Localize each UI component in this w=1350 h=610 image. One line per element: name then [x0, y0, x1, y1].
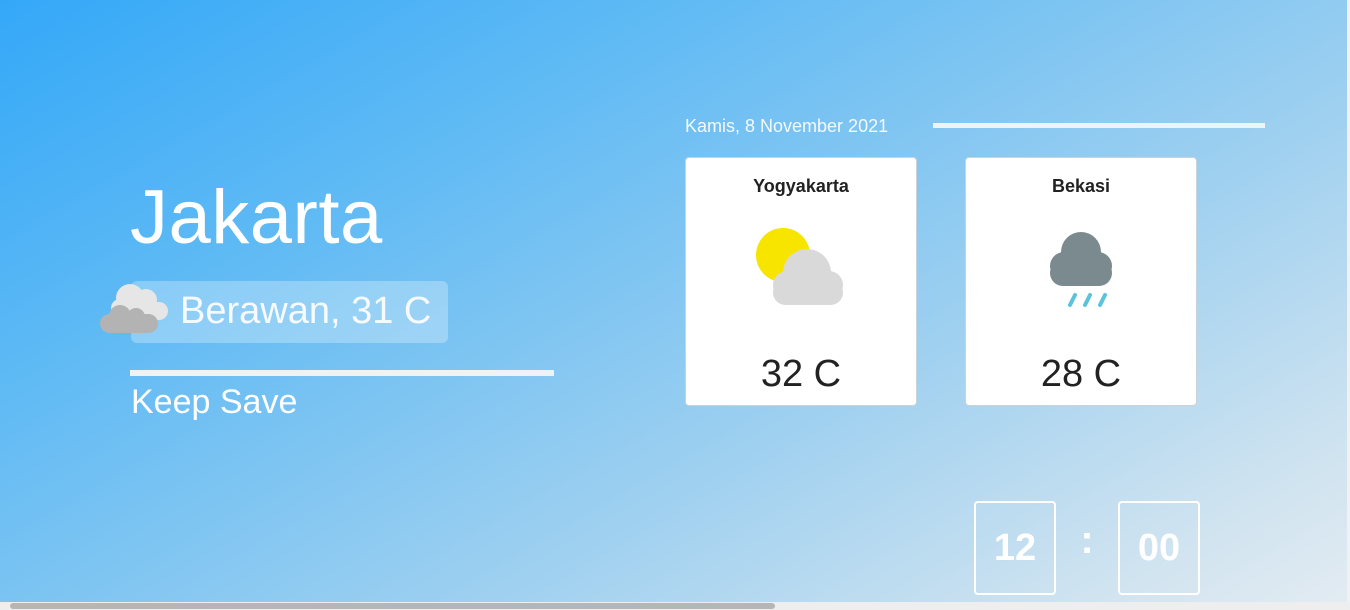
city-title: Jakarta — [130, 175, 383, 260]
card-city: Bekasi — [1051, 176, 1111, 196]
weather-card-yogyakarta[interactable]: Yogyakarta 32 C — [685, 157, 917, 406]
scrollbar-thumb[interactable] — [10, 603, 775, 609]
rain-cloud-icon — [966, 228, 1196, 310]
date-divider — [933, 123, 1265, 128]
subtitle: Keep Save — [131, 383, 298, 421]
card-city: Yogyakarta — [753, 176, 849, 196]
date-label: Kamis, 8 November 2021 — [685, 116, 889, 136]
card-temperature: 32 C — [760, 353, 842, 395]
divider — [130, 370, 554, 376]
condition-text: Berawan, 31 C — [180, 290, 432, 332]
horizontal-scrollbar[interactable] — [0, 602, 1350, 610]
clock-minutes: 00 — [1118, 501, 1200, 595]
cloud-icon — [98, 278, 172, 338]
clock-hours: 12 — [974, 501, 1056, 595]
card-temperature: 28 C — [1040, 353, 1122, 395]
partly-sunny-icon — [686, 228, 916, 310]
weather-card-bekasi[interactable]: Bekasi 28 C — [965, 157, 1197, 406]
clock-separator: : — [1080, 518, 1094, 562]
